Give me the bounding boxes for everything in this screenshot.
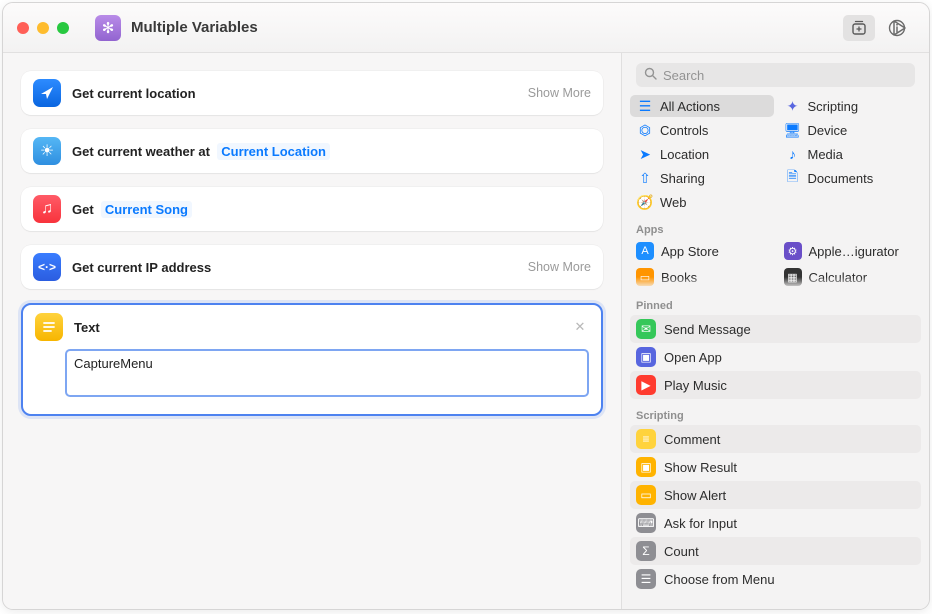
action-get-current-song[interactable]: ♫ Get Current Song [21, 187, 603, 231]
menu-icon: ☰ [636, 569, 656, 589]
actions-library-sidebar: Search ☰All Actions ✦Scripting ⏣Controls… [621, 53, 929, 609]
action-get-weather[interactable]: ☀︎ Get current weather at Current Locati… [21, 129, 603, 173]
remove-action-button[interactable]: ✕ [571, 319, 589, 335]
action-title: Get current location [72, 86, 196, 101]
scripting-comment[interactable]: ≡Comment [630, 425, 921, 453]
workflow-canvas[interactable]: Get current location Show More ☀︎ Get cu… [3, 53, 621, 609]
search-icon [644, 67, 657, 83]
display-icon: 🖥 [785, 122, 801, 138]
location-arrow-icon [33, 79, 61, 107]
app-configurator[interactable]: ⚙Apple…igurator [778, 239, 922, 263]
calculator-icon: ▦ [784, 268, 802, 286]
pinned-section-label: Pinned [622, 289, 929, 315]
window-controls [17, 22, 69, 34]
list-icon: ☰ [637, 98, 653, 114]
close-window-button[interactable] [17, 22, 29, 34]
category-media[interactable]: ♪Media [778, 143, 922, 165]
action-title: Text [74, 320, 100, 335]
scripting-choose-menu[interactable]: ☰Choose from Menu [630, 565, 921, 593]
variable-token[interactable]: Current Song [101, 201, 192, 218]
open-app-icon: ▣ [636, 347, 656, 367]
code-icon: <·> [33, 253, 61, 281]
category-all-actions[interactable]: ☰All Actions [630, 95, 774, 117]
play-icon: ▶ [636, 375, 656, 395]
sliders-icon: ⏣ [637, 122, 653, 138]
scripting-ask-input[interactable]: ⌨Ask for Input [630, 509, 921, 537]
category-scripting[interactable]: ✦Scripting [778, 95, 922, 117]
search-field[interactable]: Search [636, 63, 915, 87]
keyboard-icon: ⌨ [636, 513, 656, 533]
show-more-button[interactable]: Show More [528, 260, 591, 274]
window-title: Multiple Variables [131, 19, 258, 36]
category-documents[interactable]: 🗎Documents [778, 167, 922, 189]
configurator-icon: ⚙ [784, 242, 802, 260]
result-icon: ▣ [636, 457, 656, 477]
minimize-window-button[interactable] [37, 22, 49, 34]
action-get-ip-address[interactable]: <·> Get current IP address Show More [21, 245, 603, 289]
action-title: Get current IP address [72, 260, 211, 275]
search-placeholder: Search [663, 68, 704, 83]
weather-icon: ☀︎ [33, 137, 61, 165]
app-appstore[interactable]: AApp Store [630, 239, 774, 263]
category-grid: ☰All Actions ✦Scripting ⏣Controls 🖥Devic… [622, 95, 929, 213]
app-calculator[interactable]: ▦Calculator [778, 265, 922, 289]
category-web[interactable]: 🧭Web [630, 191, 774, 213]
appstore-icon: A [636, 242, 654, 260]
location-icon: ➤ [637, 146, 653, 162]
document-icon: 🗎 [785, 170, 801, 186]
pinned-open-app[interactable]: ▣Open App [630, 343, 921, 371]
compass-icon: 🧭 [637, 194, 653, 210]
category-device[interactable]: 🖥Device [778, 119, 922, 141]
pinned-send-message[interactable]: ✉︎Send Message [630, 315, 921, 343]
scripting-count[interactable]: ΣCount [630, 537, 921, 565]
sigma-icon: Σ [636, 541, 656, 561]
scripting-list: ≡Comment ▣Show Result ▭Show Alert ⌨Ask f… [622, 425, 929, 593]
pinned-list: ✉︎Send Message ▣Open App ▶Play Music [622, 315, 929, 399]
action-get-current-location[interactable]: Get current location Show More [21, 71, 603, 115]
note-icon: ♪ [785, 146, 801, 162]
action-title: Get Current Song [72, 202, 192, 217]
apps-grid: AApp Store ⚙Apple…igurator ▭Books ▦Calcu… [622, 239, 929, 289]
action-text-selected[interactable]: Text ✕ [21, 303, 603, 416]
books-icon: ▭ [636, 268, 654, 286]
info-button[interactable] [881, 15, 913, 41]
scripting-show-result[interactable]: ▣Show Result [630, 453, 921, 481]
action-title: Get current weather at Current Location [72, 144, 330, 159]
share-icon: ⇧ [637, 170, 653, 186]
alert-icon: ▭ [636, 485, 656, 505]
category-controls[interactable]: ⏣Controls [630, 119, 774, 141]
show-more-button[interactable]: Show More [528, 86, 591, 100]
app-books[interactable]: ▭Books [630, 265, 774, 289]
shortcut-app-icon: ✻ [95, 15, 121, 41]
music-icon: ♫ [33, 195, 61, 223]
pinned-play-music[interactable]: ▶Play Music [630, 371, 921, 399]
apps-section-label: Apps [622, 213, 929, 239]
message-icon: ✉︎ [636, 319, 656, 339]
zoom-window-button[interactable] [57, 22, 69, 34]
scripting-section-label: Scripting [622, 399, 929, 425]
category-sharing[interactable]: ⇧Sharing [630, 167, 774, 189]
wand-icon: ✦ [785, 98, 801, 114]
library-toggle-button[interactable] [843, 15, 875, 41]
title-bar: ✻ Multiple Variables [3, 3, 929, 53]
category-location[interactable]: ➤Location [630, 143, 774, 165]
variable-token[interactable]: Current Location [217, 143, 330, 160]
scripting-show-alert[interactable]: ▭Show Alert [630, 481, 921, 509]
comment-icon: ≡ [636, 429, 656, 449]
text-icon [35, 313, 63, 341]
text-action-input[interactable] [65, 349, 589, 397]
